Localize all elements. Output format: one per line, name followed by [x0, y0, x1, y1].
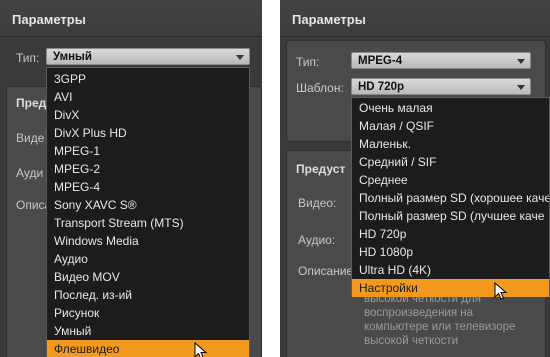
- description-line: высокой четкости: [364, 335, 459, 347]
- template-option[interactable]: Очень малая: [352, 99, 549, 117]
- presets-title: Предуст: [296, 162, 346, 176]
- type-option[interactable]: Windows Media: [47, 232, 249, 250]
- mouse-cursor-icon: [494, 282, 508, 300]
- template-option[interactable]: Полный размер SD (хорошее каче: [352, 189, 549, 207]
- template-option[interactable]: HD 720p: [352, 225, 549, 243]
- template-option[interactable]: Полный размер SD (лучшее каче: [352, 207, 549, 225]
- template-option[interactable]: Малая / QSIF: [352, 117, 549, 135]
- chevron-down-icon: [517, 59, 525, 64]
- type-option[interactable]: Послед. из-ий: [47, 286, 249, 304]
- type-option[interactable]: MPEG-4: [47, 178, 249, 196]
- type-option[interactable]: Умный: [47, 322, 249, 340]
- template-option[interactable]: Среднее: [352, 171, 549, 189]
- template-option[interactable]: Маленьк.: [352, 135, 549, 153]
- type-option[interactable]: Рисунок: [47, 304, 249, 322]
- audio-label: Ауди: [16, 166, 44, 180]
- right-settings-panel: Параметры Тип: MPEG-4 Шаблон: HD 720p Пр…: [280, 0, 550, 357]
- type-option[interactable]: AVI: [47, 88, 249, 106]
- chevron-down-icon: [517, 85, 525, 90]
- template-label: Шаблон:: [296, 81, 344, 95]
- type-option[interactable]: DivX: [47, 106, 249, 124]
- type-option[interactable]: Sony XAVC S®: [47, 196, 249, 214]
- description-line: компьютере или телевизоре: [364, 321, 516, 333]
- mouse-cursor-icon: [194, 342, 208, 357]
- parameters-header: Параметры: [280, 0, 550, 37]
- type-combo-value: MPEG-4: [358, 55, 403, 67]
- video-label: Виде: [16, 131, 45, 145]
- template-dropdown-list: Очень малая Малая / QSIF Маленьк. Средний /…: [351, 97, 550, 297]
- left-settings-panel: Параметры Тип: Умный Предс Виде Ауди Опи…: [0, 0, 262, 357]
- type-option[interactable]: Видео MOV: [47, 268, 249, 286]
- description-label: Описание: [298, 264, 354, 278]
- template-combo[interactable]: HD 720p: [351, 78, 531, 95]
- chevron-down-icon: [236, 55, 244, 60]
- type-combo-value: Умный: [53, 51, 92, 63]
- description-line: воспроизведения на: [364, 307, 474, 319]
- template-option[interactable]: Ultra HD (4K): [352, 261, 549, 279]
- type-option[interactable]: Флешвидео: [47, 340, 249, 357]
- type-option[interactable]: DivX Plus HD: [47, 124, 249, 142]
- template-option[interactable]: HD 1080p: [352, 243, 549, 261]
- type-option[interactable]: MPEG-2: [47, 160, 249, 178]
- parameters-header: Параметры: [0, 0, 262, 37]
- parameters-title: Параметры: [12, 12, 86, 27]
- audio-label: Аудио:: [298, 233, 336, 247]
- type-option[interactable]: Аудио: [47, 250, 249, 268]
- type-label: Тип:: [296, 55, 320, 69]
- parameters-title: Параметры: [292, 12, 366, 27]
- type-label: Тип:: [16, 51, 40, 65]
- type-option[interactable]: 3GPP: [47, 70, 249, 88]
- type-option[interactable]: MPEG-1: [47, 142, 249, 160]
- template-option[interactable]: Средний / SIF: [352, 153, 549, 171]
- type-dropdown-list: 3GPP AVI DivX DivX Plus HD MPEG-1 MPEG-2 MPEG-…: [46, 67, 250, 357]
- video-label: Видео:: [298, 196, 337, 210]
- template-option[interactable]: Настройки: [352, 279, 549, 297]
- type-option[interactable]: Transport Stream (MTS): [47, 214, 249, 232]
- template-combo-value: HD 720p: [358, 81, 405, 93]
- type-combo[interactable]: MPEG-4: [351, 52, 531, 69]
- type-combo[interactable]: Умный: [46, 48, 250, 65]
